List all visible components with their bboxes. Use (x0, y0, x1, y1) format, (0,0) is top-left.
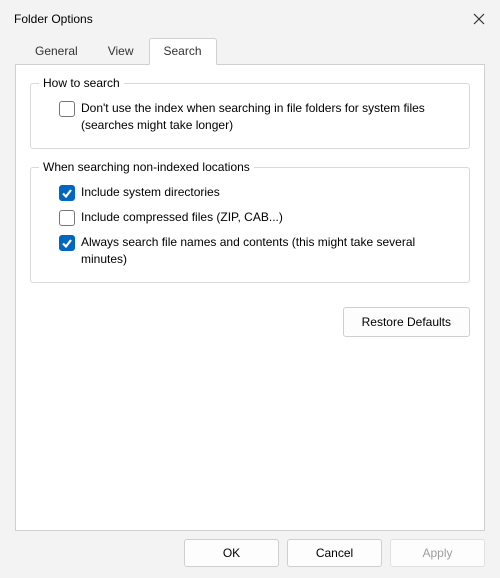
ok-button[interactable]: OK (184, 539, 279, 567)
checkbox-checked[interactable] (59, 235, 75, 251)
content-panel: How to search Don't use the index when s… (15, 64, 485, 531)
restore-defaults-button[interactable]: Restore Defaults (343, 307, 470, 337)
checkbox-unchecked[interactable] (59, 101, 75, 117)
checkbox-label: Always search file names and contents (t… (81, 234, 455, 268)
option-always-search-contents[interactable]: Always search file names and contents (t… (45, 234, 455, 268)
apply-button: Apply (390, 539, 485, 567)
checkbox-label: Don't use the index when searching in fi… (81, 100, 455, 134)
option-dont-use-index[interactable]: Don't use the index when searching in fi… (45, 100, 455, 134)
close-button[interactable] (472, 12, 486, 26)
option-include-compressed[interactable]: Include compressed files (ZIP, CAB...) (45, 209, 455, 226)
window-title: Folder Options (14, 12, 93, 26)
tab-general[interactable]: General (20, 38, 93, 64)
group-label: When searching non-indexed locations (39, 160, 254, 174)
close-icon (473, 13, 485, 25)
group-how-to-search: How to search Don't use the index when s… (30, 83, 470, 149)
group-label: How to search (39, 76, 124, 90)
group-non-indexed: When searching non-indexed locations Inc… (30, 167, 470, 283)
cancel-button[interactable]: Cancel (287, 539, 382, 567)
checkbox-label: Include system directories (81, 184, 220, 201)
tab-view[interactable]: View (93, 38, 149, 64)
title-bar: Folder Options (0, 0, 500, 38)
check-icon (61, 187, 73, 199)
checkbox-checked[interactable] (59, 185, 75, 201)
tab-strip: General View Search (0, 38, 500, 64)
dialog-button-row: OK Cancel Apply (184, 539, 485, 567)
check-icon (61, 237, 73, 249)
checkbox-unchecked[interactable] (59, 210, 75, 226)
tab-search[interactable]: Search (149, 38, 217, 65)
checkbox-label: Include compressed files (ZIP, CAB...) (81, 209, 283, 226)
option-include-system-dirs[interactable]: Include system directories (45, 184, 455, 201)
